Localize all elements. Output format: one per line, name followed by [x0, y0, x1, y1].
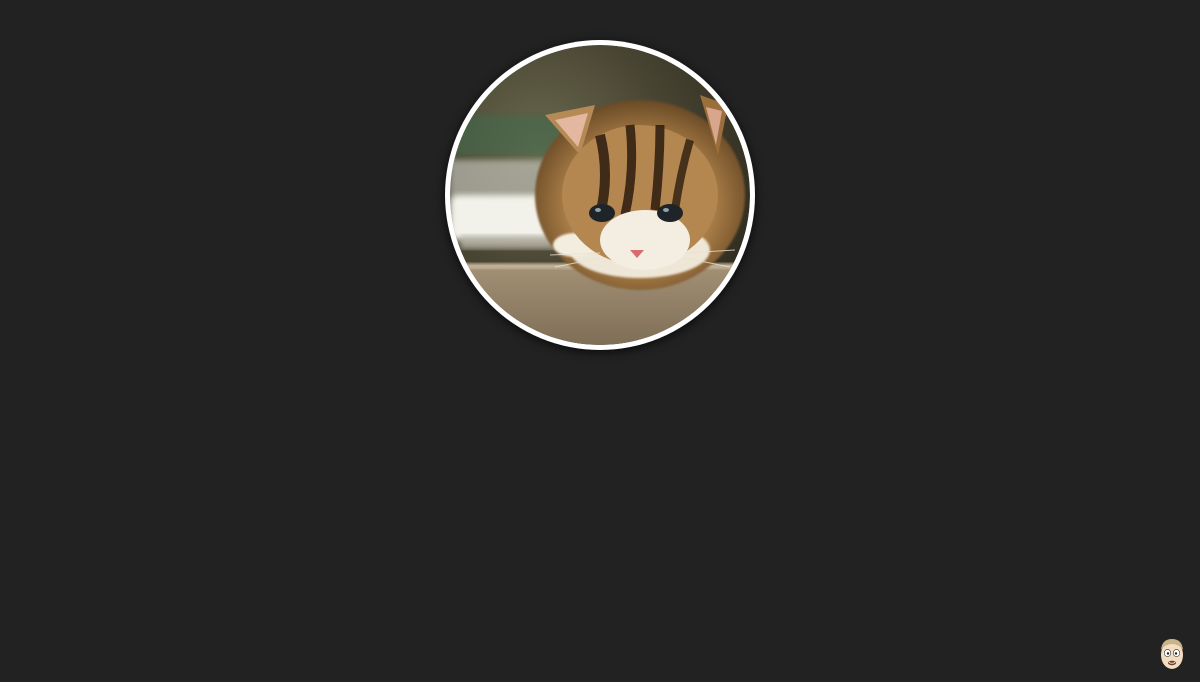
profile-photo[interactable]	[445, 40, 755, 350]
cartoon-face-icon[interactable]	[1158, 636, 1186, 672]
page-canvas	[0, 0, 1200, 682]
kitten-photo-image	[450, 45, 750, 345]
